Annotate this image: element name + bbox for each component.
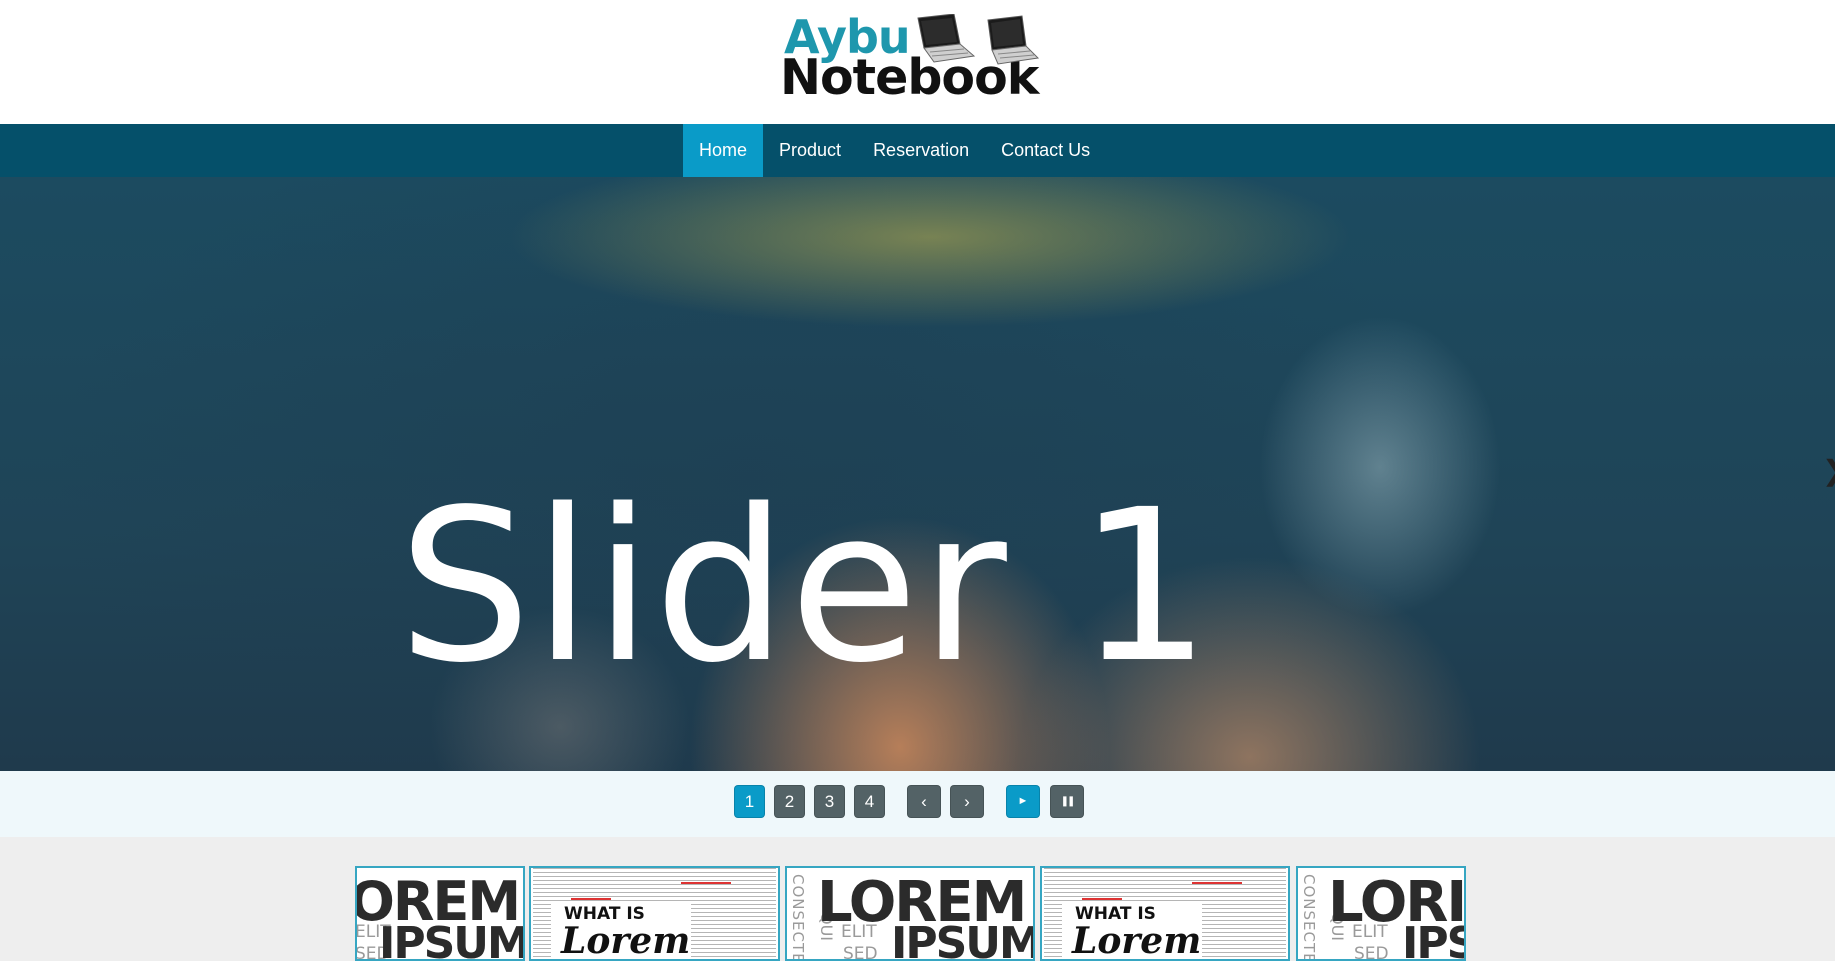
chevron-right-icon: ›	[964, 792, 970, 811]
pause-icon: ❚❚	[1060, 796, 1076, 807]
thumbnail-highlight	[571, 898, 611, 900]
slider-play-button[interactable]: ►	[1006, 785, 1040, 818]
slider-page-3-button[interactable]: 3	[814, 785, 845, 818]
main-nav: Home Product Reservation Contact Us	[0, 124, 1835, 177]
thumbnail-word: CONSECTE	[789, 874, 807, 961]
play-icon: ►	[1017, 795, 1029, 807]
thumbnail-highlight	[1082, 898, 1122, 900]
thumbnail-word: Lorem	[1072, 920, 1202, 961]
thumbnail-word: ELIT	[1352, 922, 1388, 942]
slider-next-button[interactable]: ›	[950, 785, 984, 818]
nav-item-product[interactable]: Product	[763, 124, 857, 177]
slider-pause-button[interactable]: ❚❚	[1050, 785, 1084, 818]
nav-list: Home Product Reservation Contact Us	[683, 124, 1106, 177]
thumbnail-highlight	[681, 882, 731, 884]
chevron-left-icon: ‹	[921, 792, 927, 811]
laptops-icon	[917, 14, 1040, 65]
thumbnail-word: IPSUM	[379, 918, 525, 961]
slider-page-4-button[interactable]: 4	[854, 785, 885, 818]
thumbnail-word: SED	[1354, 944, 1389, 961]
slider-page-2-button[interactable]: 2	[774, 785, 805, 818]
slider-page-1-button[interactable]: 1	[734, 785, 765, 818]
thumbnail-item[interactable]: WHAT IS Lorem	[1040, 866, 1290, 961]
chevron-right-icon[interactable]: ❯	[1822, 451, 1835, 491]
thumbnail-item[interactable]: CONSECTE QUI LORI ELIT SED IPS	[1296, 866, 1466, 961]
thumbnail-word: IPS	[1402, 918, 1464, 961]
thumbnail-word: IPSUM	[891, 918, 1035, 961]
slide-title: Slider 1	[398, 464, 1214, 709]
thumbnail-item[interactable]: CONSECTE QUI LOREM ELIT SED IPSUM	[785, 866, 1035, 961]
thumbnail-word: SED	[843, 944, 878, 961]
hero-slider: Slider 1 ❯	[0, 177, 1835, 771]
thumbnail-word: ELIT	[841, 922, 877, 942]
slider-controls: 1 2 3 4 ‹ › ► ❚❚	[0, 771, 1835, 837]
thumbnail-word: CONSECTE	[1300, 874, 1318, 961]
site-header: Aybu Notebook	[0, 0, 1835, 124]
nav-item-home[interactable]: Home	[683, 124, 764, 177]
thumbnail-word: Lorem	[561, 920, 691, 961]
site-logo[interactable]: Aybu Notebook	[780, 12, 1042, 104]
thumbnail-item[interactable]: WHAT IS Lorem	[529, 866, 780, 961]
thumbnail-strip: OREM ELIT SED IPSUM WHAT IS Lorem CONSEC…	[355, 866, 1466, 961]
nav-item-reservation[interactable]: Reservation	[857, 124, 985, 177]
thumbnail-highlight	[1192, 882, 1242, 884]
nav-item-contact-us[interactable]: Contact Us	[985, 124, 1106, 177]
thumbnail-item[interactable]: OREM ELIT SED IPSUM	[355, 866, 525, 961]
slider-prev-button[interactable]: ‹	[907, 785, 941, 818]
